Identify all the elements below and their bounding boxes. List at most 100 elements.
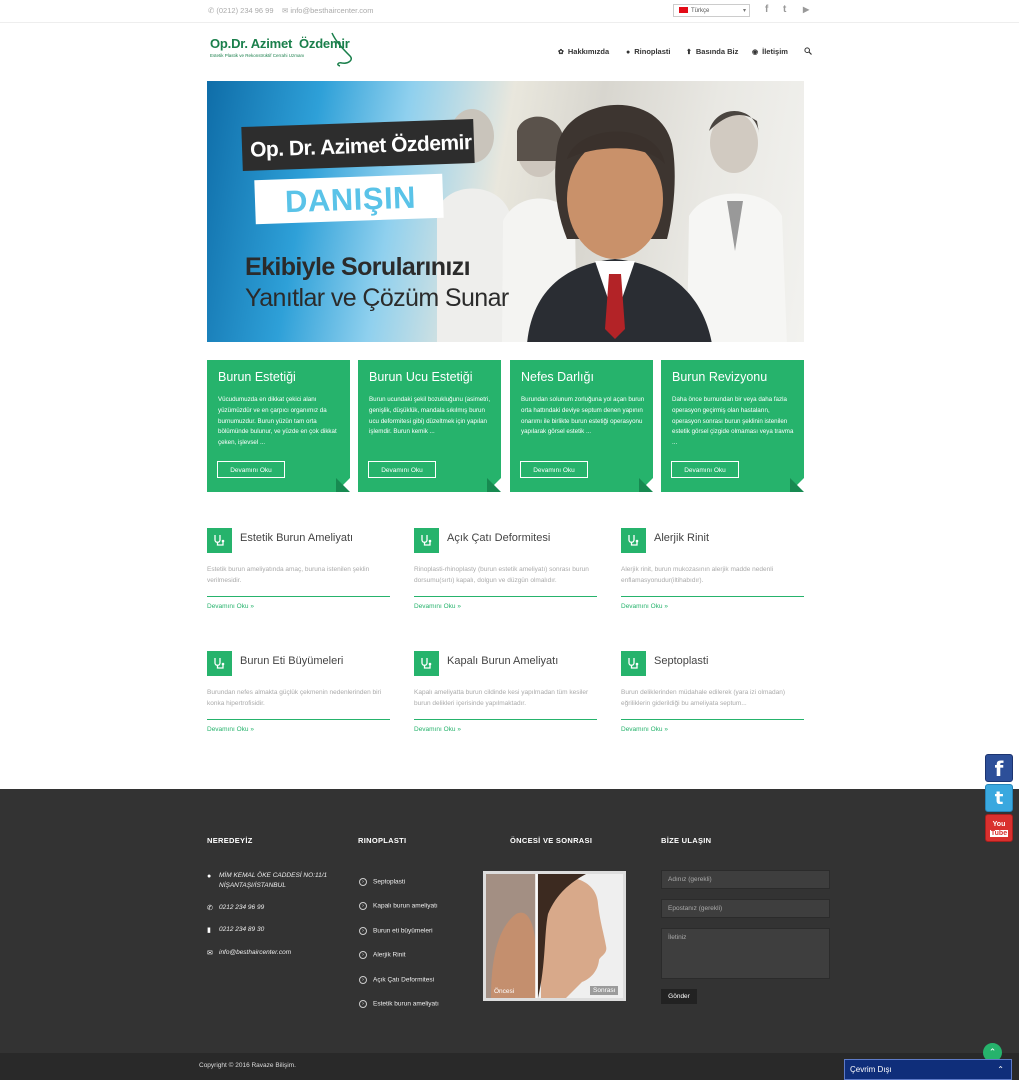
read-more-button[interactable]: Devamını Oku [368,461,436,478]
address-line2: NİŞANTAŞI/İSTANBUL [219,882,286,889]
footer-fax: ▮ 0212 234 89 30 [207,925,264,935]
top-email-text[interactable]: info@besthaircenter.com [290,6,373,15]
footer-email-text[interactable]: info@besthaircenter.com [219,948,291,958]
service-read-more-link[interactable]: Devamını Oku » [207,726,254,733]
service-read-more-link[interactable]: Devamını Oku » [621,603,668,610]
footer-link[interactable]: › Kapalı burun ameliyatı [359,902,438,910]
nav-item-iletisim[interactable]: ◉ İletişim [752,47,788,56]
card-fold-shadow [639,478,653,492]
stethoscope-icon [414,651,439,676]
twitter-icon[interactable]: t [783,4,786,15]
top-bar: ✆ (0212) 234 96 99 ✉ info@besthaircenter… [0,0,1019,23]
feature-card: Burun Revizyonu Daha önce burnundan bir … [661,360,804,492]
service-read-more-link[interactable]: Devamını Oku » [621,726,668,733]
chevron-down-icon: ▾ [742,8,746,14]
footer-heading-before-after: ÖNCESİ VE SONRASI [510,836,593,845]
document-icon: ▮ [207,927,211,934]
site-logo[interactable]: Op.Dr. Azimet Özdemir Estetik Plastik ve… [210,32,353,67]
service-desc: Estetik burun ameliyatında amaç, buruna … [207,566,370,584]
service-title[interactable]: Estetik Burun Ameliyatı [240,532,353,544]
service-title[interactable]: Alerjik Rinit [654,532,709,544]
hero-slider[interactable]: Op. Dr. Azimet Özdemir DANIŞIN Ekibiyle … [207,81,804,342]
youtube-icon[interactable]: ▶ [803,5,809,14]
card-text: Vücudumuzda en dikkat çekici alanı yüzüm… [218,396,337,447]
globe-icon: ● [207,873,212,880]
send-button[interactable]: Gönder [661,989,697,1004]
chevron-right-icon: › [359,927,367,935]
user-icon: ● [626,49,631,56]
service-desc: Rinoplasti-rhinoplasty (burun estetik am… [414,566,589,584]
email-input[interactable]: Epostanız (gerekli) [661,899,830,918]
youtube-icon-bottom: Tube [989,830,1009,837]
service-title[interactable]: Septoplasti [654,655,708,667]
chevron-up-icon: ⌃ [997,1065,1004,1074]
search-icon[interactable] [804,47,812,57]
footer-link[interactable]: › Alerjik Rinit [359,951,406,959]
footer-heading-location: NEREDEYİZ [207,836,253,845]
top-email[interactable]: ✉ info@besthaircenter.com [282,6,373,15]
before-label: Öncesi [494,988,515,995]
read-more-button[interactable]: Devamını Oku [520,461,588,478]
footer-phone: ✆ 0212 234 96 99 [207,903,264,913]
before-after-image[interactable]: Öncesi Sonrası [483,871,626,1001]
language-select[interactable]: Türkçe ▾ [673,4,750,17]
footer-link[interactable]: › Burun eti büyümeleri [359,927,433,935]
hero-line2: Yanıtlar ve Çözüm Sunar [245,284,509,312]
footer-link-label: Septoplasti [373,878,406,886]
card-title: Nefes Darlığı [521,370,594,384]
footer-link[interactable]: › Açık Çatı Deformitesi [359,976,434,984]
footer-link-label: Açık Çatı Deformitesi [373,976,435,984]
twitter-float-button[interactable]: t [985,784,1013,812]
chevron-right-icon: › [359,878,367,886]
nav-item-basinda-biz[interactable]: ⬆ Basında Biz [686,47,738,56]
top-phone-text: (0212) 234 96 99 [216,6,274,15]
footer-heading-rhinoplasty: RINOPLASTI [358,836,407,845]
nose-logo-icon [331,32,353,67]
card-fold-shadow [790,478,804,492]
facebook-icon[interactable]: f [765,4,768,15]
card-text: Daha önce burnundan bir veya daha fazla … [672,396,794,447]
footer-fax-text: 0212 234 89 30 [219,926,265,933]
service-desc: Burundan nefes almakta güçlük çekmenin n… [207,689,382,707]
read-more-button[interactable]: Devamını Oku [671,461,739,478]
service-divider [207,719,390,720]
feature-card: Nefes Darlığı Burundan solunum zorluğuna… [510,360,653,492]
footer-link-label: Alerjik Rinit [373,951,406,959]
message-placeholder: İletiniz [668,934,687,941]
name-input[interactable]: Adınız (gerekli) [661,870,830,889]
after-label: Sonrası [590,986,619,995]
service-title[interactable]: Burun Eti Büyümeleri [240,655,343,667]
footer-link-label: Estetik burun ameliyatı [373,1000,439,1008]
chat-status-label: Çevrim Dışı [850,1065,892,1074]
twitter-icon: t [994,788,1004,809]
stethoscope-icon [414,528,439,553]
youtube-float-button[interactable]: You Tube [985,814,1013,842]
live-chat-widget[interactable]: Çevrim Dışı ⌃ [844,1059,1012,1080]
message-textarea[interactable]: İletiniz [661,928,830,979]
service-read-more-link[interactable]: Devamını Oku » [414,603,461,610]
nav-label: Hakkımızda [567,47,610,56]
stethoscope-icon [621,528,646,553]
nav-item-rinoplasti[interactable]: ● Rinoplasti [626,47,671,56]
service-title[interactable]: Kapalı Burun Ameliyatı [447,655,558,667]
chevron-right-icon: › [359,976,367,984]
chevron-right-icon: › [359,902,367,910]
service-divider [414,596,597,597]
footer-link[interactable]: › Septoplasti [359,878,405,886]
nav-item-hakkimizda[interactable]: ✿ Hakkımızda [558,47,609,56]
footer-link-label: Burun eti büyümeleri [373,927,433,935]
hero-line1: Ekibiyle Sorularınızı [245,253,471,281]
envelope-icon: ✉ [207,950,213,957]
service-read-more-link[interactable]: Devamını Oku » [414,726,461,733]
facebook-float-button[interactable]: f [985,754,1013,782]
hero-title: Op. Dr. Azimet Özdemir [249,131,472,162]
name-placeholder: Adınız (gerekli) [668,876,712,883]
read-more-button[interactable]: Devamını Oku [217,461,285,478]
footer-email[interactable]: ✉ info@besthaircenter.com [207,948,291,958]
before-after-photo [486,874,623,998]
footer-link[interactable]: › Estetik burun ameliyatı [359,1000,439,1008]
nav-label: Rinoplasti [634,47,671,56]
service-read-more-link[interactable]: Devamını Oku » [207,603,254,610]
wifi-icon: ◉ [752,49,759,56]
service-title[interactable]: Açık Çatı Deformitesi [447,532,550,544]
